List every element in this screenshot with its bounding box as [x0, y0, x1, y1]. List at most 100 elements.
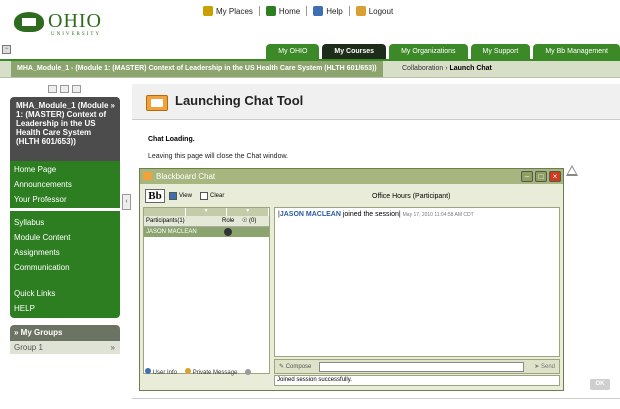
help-icon [313, 6, 324, 16]
participants-count: (0) [249, 218, 257, 224]
tab-my-ohio[interactable]: My OHIO [266, 44, 320, 59]
divider [258, 6, 260, 16]
logout-icon [355, 6, 366, 16]
my-places-label: My Places [216, 6, 253, 16]
sort-column-role[interactable]: ▼ [186, 208, 228, 216]
message-entry: |JASON MACLEAN joined the session| May 1… [278, 211, 474, 218]
breadcrumb-course[interactable]: MHA_Module_1 - (Module 1: (MASTER) Conte… [11, 61, 383, 77]
chat-tool-icon [146, 95, 168, 111]
message-text: joined the session [340, 211, 399, 218]
logo-subtitle: UNIVERSITY [51, 32, 101, 37]
breadcrumb: MHA_Module_1 - (Module 1: (MASTER) Conte… [0, 59, 620, 78]
main-tabs: My OHIO My Courses My Organizations My S… [266, 44, 620, 59]
sidebar-item-your-professor[interactable]: Your Professor [10, 192, 120, 207]
view-list-icon[interactable] [48, 85, 57, 93]
message-timestamp: May 17, 2010 11:04:58 AM CDT [402, 212, 474, 218]
expand-icon: » [110, 343, 115, 352]
my-groups-label: My Groups [20, 328, 63, 337]
my-groups-header[interactable]: » My Groups [10, 325, 120, 341]
participants-header: Participants(1) Role ☉ (0) [144, 216, 269, 227]
help-label: Help [326, 6, 343, 16]
blackboard-chat-window: Blackboard Chat – □ × Bb View Clear Offi… [139, 168, 564, 391]
course-menu-title[interactable]: MHA_Module_1 (Module 1: (MASTER) Context… [10, 97, 120, 161]
compose-label-text: Compose [285, 364, 312, 370]
university-seal-icon [14, 12, 44, 32]
help-link[interactable]: Help [311, 6, 344, 16]
home-label: Home [278, 6, 301, 16]
sidebar-item-home-page[interactable]: Home Page [10, 162, 120, 177]
sidebar-item-quick-links[interactable]: Quick Links [10, 286, 120, 301]
participants-header-count: ☉ (0) [242, 218, 257, 224]
sidebar-item-help[interactable]: HELP [10, 301, 120, 316]
my-places-link[interactable]: My Places [201, 6, 255, 16]
view-detail-icon[interactable] [72, 85, 81, 93]
minimize-button[interactable]: – [521, 171, 533, 182]
group-item[interactable]: Group 1 » [10, 341, 120, 354]
divider [132, 398, 620, 399]
course-menu-group: Quick Links HELP [10, 284, 120, 318]
top-links: My Places Home Help Logout [201, 6, 395, 16]
logout-link[interactable]: Logout [354, 6, 395, 16]
private-message-button[interactable]: Private Message [185, 368, 237, 376]
participants-sort-bar: ▼ ▼ [144, 208, 270, 216]
breadcrumb-collaboration[interactable]: Collaboration [402, 65, 443, 72]
tab-my-organizations[interactable]: My Organizations [389, 44, 468, 59]
blackboard-page: OHIO UNIVERSITY My Places Home Help Logo… [0, 0, 620, 409]
leaving-warning-text: Leaving this page will close the Chat wi… [148, 153, 289, 160]
participants-panel: ▼ ▼ Participants(1) Role ☉ (0) JASON MAC… [143, 207, 270, 374]
tab-my-support[interactable]: My Support [470, 44, 531, 59]
home-link[interactable]: Home [264, 6, 302, 16]
divider [306, 6, 308, 16]
home-icon [265, 6, 276, 16]
sidebar-item-module-content[interactable]: Module Content [10, 230, 120, 245]
collapse-header-button[interactable]: − [2, 45, 11, 54]
sidebar-item-assignments[interactable]: Assignments [10, 245, 120, 260]
message-icon [185, 368, 192, 374]
course-menu-group: Home Page Announcements Your Professor [10, 161, 120, 208]
sidebar-item-communication[interactable]: Communication [10, 260, 120, 275]
sort-column-count[interactable]: ▼ [227, 208, 270, 216]
logout-label: Logout [368, 6, 394, 16]
breadcrumb-current: Launch Chat [449, 65, 492, 72]
chat-loading-text: Chat Loading. [148, 136, 195, 143]
logo-wordmark: OHIO [48, 10, 102, 32]
tab-my-courses[interactable]: My Courses [322, 44, 387, 59]
maximize-button[interactable]: □ [535, 171, 547, 182]
person-icon [203, 6, 213, 16]
collapse-menu-button[interactable]: ‹ [122, 194, 131, 210]
bb-logo: Bb [145, 189, 165, 203]
sort-column-name[interactable] [144, 208, 186, 216]
clear-icon [200, 192, 208, 200]
view-folder-icon[interactable] [60, 85, 69, 93]
chat-window-title: Blackboard Chat [156, 172, 216, 181]
chat-window-titlebar[interactable]: Blackboard Chat – □ × [140, 169, 563, 184]
divider [348, 6, 350, 16]
clear-button[interactable]: Clear [200, 192, 224, 200]
compose-input[interactable] [319, 362, 524, 372]
participant-actions: User Info Private Message [145, 368, 252, 376]
group-item-label: Group 1 [14, 343, 43, 352]
chat-room-title: Office Hours (Participant) [372, 193, 451, 200]
chat-window-icon [143, 172, 152, 180]
tab-my-bb-management[interactable]: My Bb Management [533, 44, 620, 59]
participant-row[interactable]: JASON MACLEAN [144, 227, 269, 237]
ohio-university-logo[interactable]: OHIO UNIVERSITY [14, 8, 114, 38]
compose-label: ✎ Compose [279, 364, 312, 370]
course-menu-group: Syllabus Module Content Assignments Comm… [10, 211, 120, 286]
participant-name: JASON MACLEAN [146, 229, 197, 235]
status-icon [245, 369, 252, 375]
send-button[interactable]: ➤ Send [534, 363, 555, 370]
collapse-icon: » [14, 328, 21, 337]
course-title-text: MHA_Module_1 (Module 1: (MASTER) Context… [16, 101, 109, 146]
ok-button[interactable]: OK [590, 379, 610, 390]
sidebar-item-announcements[interactable]: Announcements [10, 177, 120, 192]
user-info-button[interactable]: User Info [145, 368, 177, 376]
sidebar-item-syllabus[interactable]: Syllabus [10, 215, 120, 230]
close-button[interactable]: × [549, 171, 561, 182]
view-button[interactable]: View [169, 192, 192, 200]
clear-label: Clear [210, 193, 225, 199]
compose-bar: ✎ Compose ➤ Send [274, 359, 560, 374]
view-icon [169, 192, 177, 200]
participants-header-name: Participants(1) [146, 218, 185, 224]
user-info-label: User Info [152, 370, 178, 376]
